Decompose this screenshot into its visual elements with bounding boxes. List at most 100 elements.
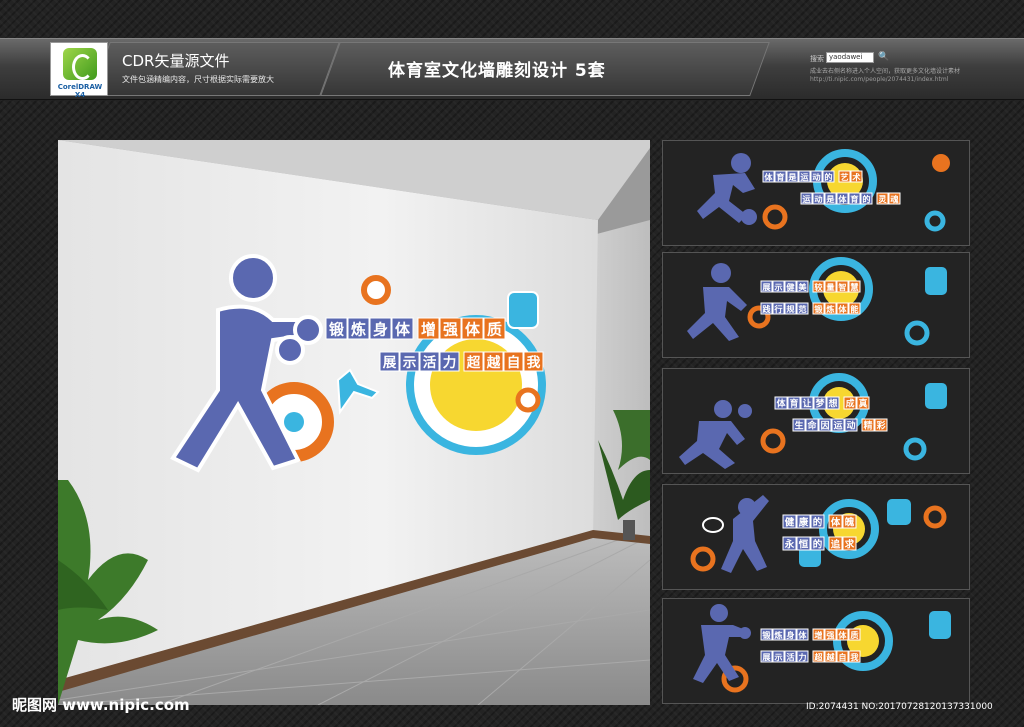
variant-3-row-1-char: 让: [803, 398, 812, 410]
variant-1-row-2-char: 育: [850, 194, 858, 204]
variant-4-row-2-char: 的: [813, 538, 823, 550]
variant-1-row-2-char: 运: [802, 194, 811, 204]
variant-3-row-1-char: 真: [859, 398, 868, 410]
main-slogan-1-char: 强: [443, 320, 458, 338]
main-slogan-1-char: 锻: [329, 320, 344, 338]
variant-2-row-1-char: 健: [786, 282, 795, 292]
small-ring-2: [515, 387, 541, 413]
variant-4-row-1-char: 的: [813, 516, 823, 528]
variant-3-row-1-char: 体: [777, 398, 786, 410]
variant-4-row-2-char: 追: [831, 538, 841, 550]
variant-5-row-2-char: 示: [773, 652, 782, 662]
variant-4-row-1-char: 康: [798, 516, 809, 528]
variant-3-row-1-char: 育: [790, 398, 799, 410]
design-variant-1[interactable]: 体育是运动的艺术运动是体育的灵魂: [662, 140, 970, 246]
variant-4-row-1-char: 魄: [845, 516, 855, 528]
variant-3-row-1-char: 成: [846, 398, 855, 410]
variant-5-row-2-char: 越: [825, 652, 835, 662]
variant-3-row-2-char: 命: [807, 420, 817, 432]
variant-2-row-1-char: 较: [814, 282, 823, 292]
variant-1-row-2-char: 魂: [890, 194, 899, 204]
logo-text: CorelDRAW X4: [57, 83, 103, 99]
page-title: 体育室文化墙雕刻设计 5套: [388, 61, 606, 81]
main-slogan-2-char: 示: [403, 355, 417, 371]
variant-3-row-2-char: 彩: [876, 420, 886, 432]
variant-2-row-2-char: 体: [838, 304, 847, 314]
variant-1-row-1-char: 的: [824, 172, 832, 182]
cdr-title: CDR矢量源文件: [122, 52, 230, 70]
main-slogan-1-char: 增: [421, 320, 436, 338]
badminton-player-icon: [687, 263, 747, 341]
design-variant-4[interactable]: 健康的体魄永恒的追求: [662, 484, 970, 590]
variant-2-row-1-char: 量: [826, 282, 834, 292]
variant-5-row-1-char: 炼: [774, 630, 783, 640]
design-variant-3[interactable]: 体育让梦想成真生命因运动精彩: [662, 368, 970, 474]
variant-5-row-1-char: 体: [798, 630, 807, 640]
coreldraw-logo: CorelDRAW X4: [50, 42, 108, 99]
variant-5-row-1-char: 锻: [762, 630, 771, 640]
variant-1-row-2-char: 的: [862, 194, 870, 204]
variant-5-row-1-char: 体: [838, 630, 847, 640]
main-slogan-2-char: 活: [423, 354, 437, 371]
variant-5-row-1-char: 身: [786, 630, 794, 640]
variant-1-row-1-char: 动: [812, 172, 820, 182]
main-slogan-2-char: 超: [466, 354, 481, 371]
pingpong-icon: [932, 154, 950, 172]
variant-5-row-2-char: 活: [786, 652, 794, 662]
profile-url[interactable]: http://ti.nipic.com/people/2074431/index…: [810, 76, 948, 83]
variant-2-row-2-char: 范: [798, 304, 807, 314]
main-slogan-2-char: 我: [527, 355, 541, 371]
variant-2-row-1-char: 示: [773, 282, 782, 292]
variant-1-row-1-char: 艺: [840, 172, 848, 182]
main-slogan-1-char: 体: [395, 320, 411, 338]
main-slogan-1-char: 炼: [351, 320, 366, 338]
variant-5-row-1-char: 增: [814, 630, 822, 640]
variant-1-row-1-char: 体: [764, 172, 773, 182]
variant-4-row-2-char: 求: [845, 538, 855, 550]
variant-4-row-2-char: 恒: [799, 538, 809, 550]
main-slogan-2-char: 自: [507, 354, 521, 371]
site-watermark: 昵图网 www.nipic.com: [12, 696, 190, 714]
main-slogan-2-char: 越: [486, 354, 501, 371]
variant-5-row-2-char: 展: [762, 652, 771, 662]
image-id: ID:2074431 NO:20170728120137331000: [806, 702, 993, 712]
cdr-subtitle: 文件包涵精编内容，尺寸根据实际需要放大: [122, 75, 274, 84]
variant-2-row-2-char: 能: [850, 304, 859, 314]
variant-1-row-1-char: 是: [787, 172, 797, 182]
variant-5-row-1-char: 质: [850, 630, 858, 640]
small-ring: [361, 275, 391, 305]
variant-2-row-1-char: 智: [838, 282, 846, 292]
variant-2-art: 展示健美较量智慧践行规范锻炼体能: [687, 257, 947, 346]
sport-badge-icon: [507, 291, 539, 329]
variant-4-row-2-char: 永: [784, 538, 795, 550]
main-slogan-2-char: 力: [443, 354, 457, 371]
design-variant-2[interactable]: 展示健美较量智慧践行规范锻炼体能: [662, 252, 970, 358]
variant-3-row-1-char: 想: [828, 398, 838, 410]
search-icon[interactable]: 🔍: [878, 52, 890, 63]
variant-5-row-2-char: 我: [850, 652, 859, 662]
main-slogan-2-char: 展: [383, 355, 397, 371]
search-input[interactable]: yaodawei: [826, 52, 874, 63]
volleyball-player-icon: [679, 400, 752, 469]
variant-3-row-2-char: 生: [795, 420, 804, 432]
variant-5-row-2-char: 超: [813, 652, 823, 662]
variant-2-row-2-char: 规: [786, 304, 795, 314]
variant-3-row-1-char: 梦: [816, 398, 825, 410]
variant-4-row-1-char: 健: [785, 516, 795, 528]
variant-3-row-2-char: 运: [834, 421, 843, 432]
wall-scene: 锻炼身体增强体质 展示活力超越自我: [58, 140, 650, 705]
variant-4-row-1-char: 体: [831, 516, 841, 528]
variant-2-row-1-char: 美: [798, 282, 807, 292]
main-wall-render: 锻炼身体增强体质 展示活力超越自我: [58, 140, 650, 705]
variant-3-row-2-char: 因: [821, 421, 830, 432]
orange-ring-dot: [284, 412, 304, 432]
variant-2-row-2-char: 炼: [826, 304, 835, 314]
variant-3-row-2-char: 动: [847, 421, 856, 432]
variant-3-art: 体育让梦想成真生命因运动精彩: [679, 373, 947, 469]
promo-text: 成业去右侧名称进入个人空间，获取更多文化墙设计素材: [810, 68, 961, 75]
design-variant-5[interactable]: 锻炼身体增强体质展示活力超越自我: [662, 598, 970, 704]
variant-2-row-2-char: 锻: [814, 304, 823, 314]
runner-icon: [697, 153, 757, 225]
variant-1-row-2-char: 体: [838, 194, 847, 204]
main-slogan-1-char: 质: [487, 320, 502, 338]
